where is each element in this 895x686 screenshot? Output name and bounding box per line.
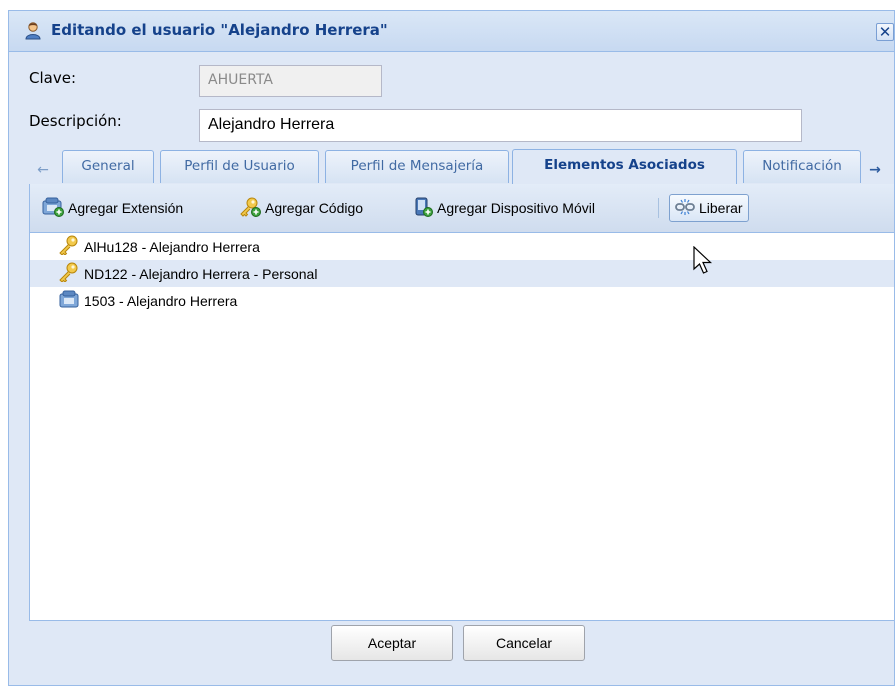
tab-elementos-asociados[interactable]: Elementos Asociados [512,149,737,184]
add-code-button[interactable]: Agregar Código [239,196,363,220]
user-icon [23,21,43,41]
add-extension-label: Agregar Extensión [68,200,184,216]
toolbar: Agregar Extensión Agregar Código Agregar… [30,184,894,233]
phone-add-icon [42,197,64,220]
clave-label: Clave: [29,69,76,87]
tab-notificacion[interactable]: Notificación [743,150,861,183]
list-item-label: 1503 - Alejandro Herrera [84,292,238,309]
key-add-icon [239,197,261,220]
list-item-label: AlHu128 - Alejandro Herrera [84,238,260,255]
cancel-button[interactable]: Cancelar [463,625,585,661]
descripcion-field[interactable]: Alejandro Herrera [199,109,802,142]
list-item[interactable]: AlHu128 - Alejandro Herrera [30,233,894,260]
tab-strip: ← General Perfil de Usuario Perfil de Me… [29,149,895,185]
mouse-cursor-icon [693,245,715,276]
release-button[interactable]: Liberar [669,194,749,222]
add-device-button[interactable]: Agregar Dispositivo Móvil [413,196,595,220]
tab-scroll-right-icon[interactable]: → [865,157,885,183]
unlink-icon [675,198,695,219]
tab-perfil-usuario[interactable]: Perfil de Usuario [160,150,319,183]
list-item-selected[interactable]: ND122 - Alejandro Herrera - Personal [30,260,894,287]
list-item-label: ND122 - Alejandro Herrera - Personal [84,265,318,282]
descripcion-label: Descripción: [29,112,122,130]
mobile-add-icon [413,197,433,220]
edit-user-dialog: Editando el usuario "Alejandro Herrera" … [8,10,895,686]
clave-field[interactable]: AHUERTA [199,65,382,97]
dialog-title: Editando el usuario "Alejandro Herrera" [51,21,388,39]
toolbar-separator [658,198,659,218]
add-device-label: Agregar Dispositivo Móvil [437,200,595,216]
tab-scroll-left-icon[interactable]: ← [33,157,53,183]
add-code-label: Agregar Código [265,200,364,216]
list-item[interactable]: 1503 - Alejandro Herrera [30,287,894,314]
key-icon [58,235,80,258]
key-icon [58,262,80,285]
release-label: Liberar [699,200,743,216]
close-button[interactable]: ✕ [876,23,894,41]
tab-perfil-mensajeria[interactable]: Perfil de Mensajería [325,150,509,183]
associated-elements-list: AlHu128 - Alejandro Herrera ND122 - Alej… [30,233,894,314]
phone-icon [58,289,80,312]
tab-general[interactable]: General [62,150,154,183]
add-extension-button[interactable]: Agregar Extensión [42,196,183,220]
dialog-titlebar[interactable]: Editando el usuario "Alejandro Herrera" … [9,11,894,52]
elementos-asociados-panel: Agregar Extensión Agregar Código Agregar… [29,184,895,621]
accept-button[interactable]: Aceptar [331,625,453,661]
